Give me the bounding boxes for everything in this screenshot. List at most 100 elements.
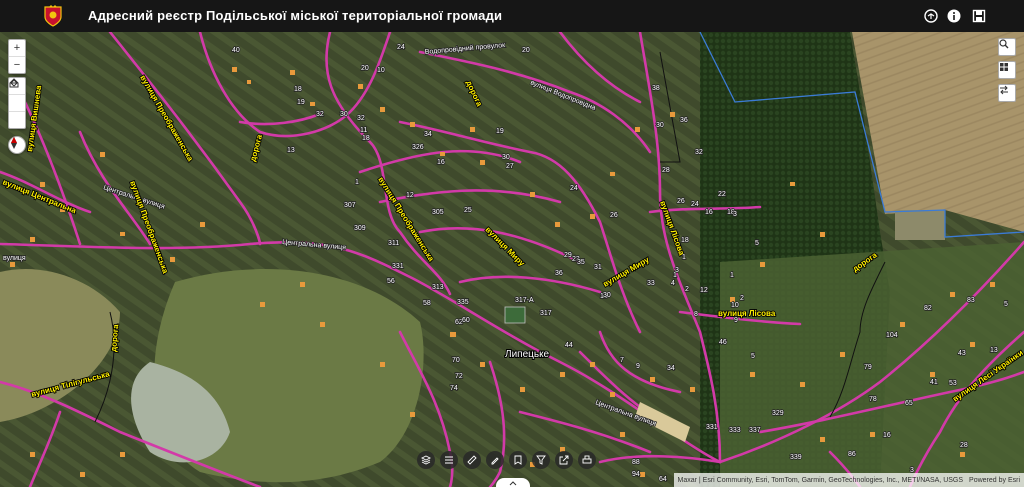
address-number: 7 <box>620 357 624 364</box>
address-number: 29 <box>564 252 572 259</box>
address-number: 13 <box>287 147 295 154</box>
address-number: 30 <box>603 292 611 299</box>
swipe-button[interactable] <box>998 84 1016 102</box>
address-number: 83 <box>967 297 975 304</box>
address-number: 18 <box>681 237 689 244</box>
address-number: 335 <box>457 299 469 306</box>
bookmarks-button[interactable] <box>509 451 527 469</box>
address-number: 309 <box>354 225 366 232</box>
address-number: 28 <box>662 167 670 174</box>
chevron-up-icon <box>509 480 517 485</box>
street-label-vulytsia: вулиця <box>3 255 26 262</box>
address-number: 331 <box>706 424 718 431</box>
zoom-in-button[interactable]: + <box>9 40 25 57</box>
address-number: 65 <box>905 400 913 407</box>
place-label-lypetske: Липецьке <box>505 349 550 360</box>
layers-button[interactable] <box>417 451 435 469</box>
address-number: 3 <box>675 267 679 274</box>
address-number: 33 <box>647 280 655 287</box>
imagery-basemap: Липецьке вулиця Вишнева вулиця Центральн… <box>0 32 1024 487</box>
address-number: 1 <box>682 254 686 261</box>
save-icon[interactable] <box>972 9 986 23</box>
zoom-out-button[interactable]: − <box>9 57 25 73</box>
address-number: 78 <box>869 396 877 403</box>
zoom-controls: + − <box>8 39 26 74</box>
green-fields <box>720 242 1024 487</box>
address-number: 44 <box>565 342 573 349</box>
address-number: 34 <box>424 131 432 138</box>
address-number: 74 <box>450 385 458 392</box>
address-number: 16 <box>437 159 445 166</box>
sketch-button[interactable] <box>486 451 504 469</box>
address-number: 311 <box>388 240 399 247</box>
address-number: 35 <box>577 259 585 266</box>
address-number: 18 <box>294 86 302 93</box>
address-number: 3 <box>733 211 737 218</box>
pencil-icon <box>491 457 499 465</box>
measure-button[interactable] <box>463 451 481 469</box>
address-number: 40 <box>232 47 240 54</box>
search-button[interactable] <box>998 38 1016 56</box>
address-number: 31 <box>594 264 602 271</box>
address-number: 30 <box>502 154 510 161</box>
address-number: 13 <box>990 347 998 354</box>
address-number: 46 <box>719 339 727 346</box>
info-icon[interactable] <box>947 9 961 23</box>
address-number: 64 <box>659 476 667 483</box>
address-number: 72 <box>455 373 463 380</box>
address-number: 104 <box>886 332 898 339</box>
share-button[interactable] <box>555 451 573 469</box>
previous-extent-button[interactable] <box>9 79 25 112</box>
address-number: 16 <box>705 209 713 216</box>
street-label-lisova2: вулиця Лісова <box>718 309 776 318</box>
map-view[interactable]: Липецьке вулиця Вишнева вулиця Центральн… <box>0 32 1024 487</box>
address-number: 5 <box>755 240 759 247</box>
next-extent-button[interactable] <box>9 79 25 128</box>
filter-button[interactable] <box>532 451 550 469</box>
filter-icon <box>536 455 546 465</box>
address-number: 36 <box>555 270 563 277</box>
address-number: 28 <box>960 442 968 449</box>
address-number: 9 <box>636 363 640 370</box>
address-number: 10 <box>377 67 385 74</box>
address-number: 27 <box>506 163 514 170</box>
address-number: 326 <box>412 144 424 151</box>
powered-by-esri[interactable]: Powered by Esri <box>969 477 1020 484</box>
map-toolbar <box>417 451 596 471</box>
sharing-icon[interactable] <box>924 9 938 23</box>
address-number: 70 <box>452 357 460 364</box>
share-icon <box>559 455 569 465</box>
compass-button[interactable] <box>9 137 25 153</box>
address-number: 313 <box>432 284 444 291</box>
address-number: 19 <box>496 128 504 135</box>
attribution-sources: Maxar | Esri Community, Esri, TomTom, Ga… <box>677 476 964 484</box>
address-number: 12 <box>700 287 708 294</box>
address-number: 10 <box>731 302 739 309</box>
sports-field <box>504 306 526 324</box>
collapse-toolbar-button[interactable] <box>496 478 530 487</box>
address-number: 20 <box>361 65 369 72</box>
address-number: 4 <box>671 280 675 287</box>
app-title: Адресний реєстр Подільської міської тери… <box>88 8 503 23</box>
ruler-icon <box>467 455 477 465</box>
basemap-gallery-button[interactable] <box>998 61 1016 79</box>
address-number: 9 <box>734 317 738 324</box>
layers-icon <box>421 455 431 465</box>
address-number: 94 <box>632 471 640 478</box>
address-number: 2 <box>685 286 689 293</box>
address-number: 1 <box>730 272 734 279</box>
address-number: 317-А <box>515 297 534 304</box>
print-button[interactable] <box>578 451 596 469</box>
address-number: 20 <box>522 47 530 54</box>
address-number: 25 <box>464 207 472 214</box>
address-number: 337 <box>749 427 761 434</box>
legend-button[interactable] <box>440 451 458 469</box>
address-number: 18 <box>362 135 370 142</box>
address-number: 22 <box>718 191 726 198</box>
address-number: 30 <box>340 111 348 118</box>
address-number: 36 <box>680 117 688 124</box>
app-header: Адресний реєстр Подільської міської тери… <box>0 0 1024 32</box>
address-number: 32 <box>316 111 324 118</box>
address-number: 24 <box>397 44 405 51</box>
address-number: 88 <box>632 459 640 466</box>
